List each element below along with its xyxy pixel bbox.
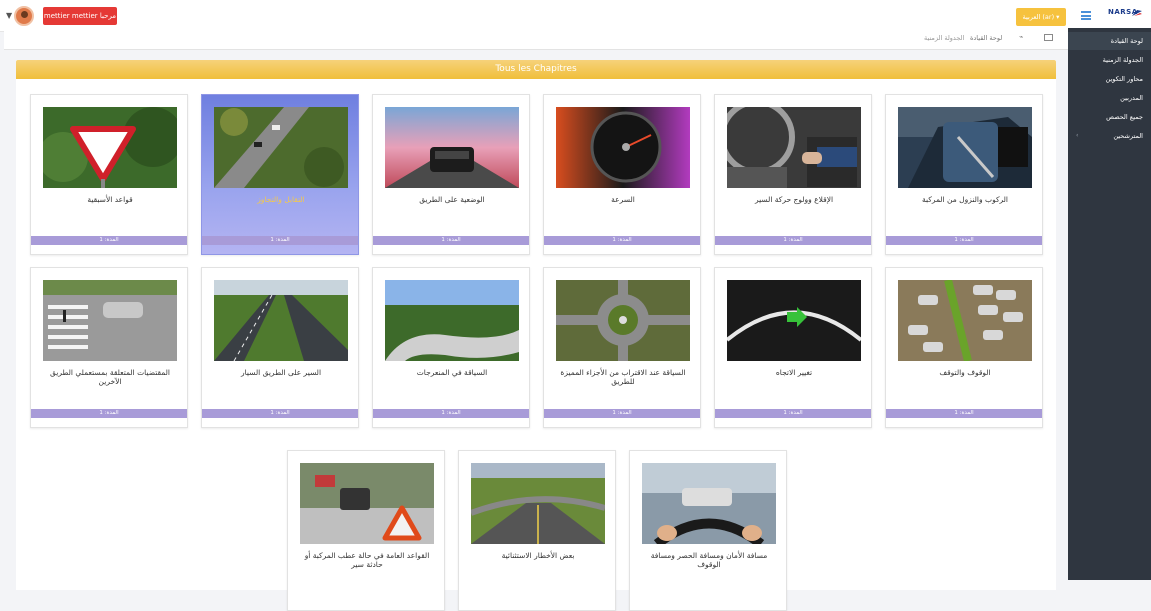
- chapter-duration: المدة: 1: [202, 236, 358, 245]
- chapter-image: [214, 107, 348, 188]
- chapter-image: [43, 280, 177, 361]
- chapter-image: [43, 107, 177, 188]
- caret-down-icon[interactable]: ▼: [6, 11, 12, 20]
- chapter-image: [214, 280, 348, 361]
- breadcrumb-current: الجدولة الزمنية: [924, 34, 965, 42]
- table-icon: [1044, 34, 1053, 41]
- chapter-title: السير على الطريق السيار: [240, 368, 322, 377]
- sidebar-item-label: المدربين: [1120, 94, 1143, 102]
- hamburger-menu-icon[interactable]: [1081, 11, 1091, 20]
- language-select-button[interactable]: العربية (ar) ▾: [1016, 8, 1066, 26]
- breadcrumb: ⌁ لوحة القيادة الجدولة الزمنية: [4, 28, 1068, 50]
- chapter-image: [898, 280, 1032, 361]
- chapter-duration: المدة: 1: [544, 409, 700, 418]
- sidebar-item-label: المترشحين: [1113, 132, 1143, 140]
- chapter-card[interactable]: الوقوف والتوقف المدة: 1: [885, 267, 1043, 428]
- chapter-image: [898, 107, 1032, 188]
- chapter-card[interactable]: السرعة المدة: 1: [543, 94, 701, 255]
- sidebar: لوحة القيادة الجدولة الزمنية محاور التكو…: [1068, 28, 1151, 580]
- chapter-duration: المدة: 1: [202, 409, 358, 418]
- chapter-image: [385, 107, 519, 188]
- chapter-title: التقابل والتجاوز: [257, 195, 305, 204]
- sidebar-item-label: لوحة القيادة: [1110, 37, 1143, 45]
- chapter-title: السياقة عند الاقتراب من الأجزاء المميزة …: [560, 368, 686, 386]
- chapter-title: الإقلاع وولوج حركة السير: [754, 195, 834, 204]
- chapter-card[interactable]: الإقلاع وولوج حركة السير المدة: 1: [714, 94, 872, 255]
- sidebar-item-training-axes[interactable]: محاور التكوين: [1068, 70, 1151, 88]
- breadcrumb-home-link[interactable]: لوحة القيادة: [970, 34, 1002, 42]
- chapter-title: تغيير الاتجاه: [775, 368, 813, 377]
- chapter-image: [556, 280, 690, 361]
- sidebar-item-dashboard[interactable]: لوحة القيادة: [1068, 32, 1151, 50]
- chapter-card[interactable]: بعض الأخطار الاستثنائية: [458, 450, 616, 611]
- chapter-duration: المدة: 1: [373, 409, 529, 418]
- chapter-title: القواعد العامة في حالة عطب المركبة أو حا…: [304, 551, 430, 569]
- chapter-title: الوضعية على الطريق: [419, 195, 485, 204]
- chapter-duration: المدة: 1: [544, 236, 700, 245]
- chapter-card[interactable]: التقابل والتجاوز المدة: 1: [201, 94, 359, 255]
- chapter-duration: المدة: 1: [886, 236, 1042, 245]
- chapter-card[interactable]: الركوب والنزول من المركبة المدة: 1: [885, 94, 1043, 255]
- chapter-title: السياقة في المنعرجات: [416, 368, 488, 377]
- sidebar-item-schedule[interactable]: الجدولة الزمنية: [1068, 51, 1151, 69]
- chapter-card[interactable]: المقتضيات المتعلقة بمستعملي الطريق الآخر…: [30, 267, 188, 428]
- chapter-image: [385, 280, 519, 361]
- chapter-card[interactable]: مسافة الأمان ومسافة الحصر ومسافة الوقوف: [629, 450, 787, 611]
- sidebar-item-sessions[interactable]: جميع الحصص: [1068, 108, 1151, 126]
- chapter-image: [642, 463, 776, 544]
- user-greeting-button[interactable]: mettier mettier مرحبا: [43, 7, 117, 25]
- chapter-title: مسافة الأمان ومسافة الحصر ومسافة الوقوف: [650, 551, 768, 569]
- sidebar-item-label: محاور التكوين: [1105, 75, 1143, 83]
- avatar[interactable]: [14, 6, 34, 26]
- chapter-duration: المدة: 1: [715, 236, 871, 245]
- chapter-image: [471, 463, 605, 544]
- chapter-title: قواعد الأسبقية: [87, 195, 133, 204]
- chapter-image: [727, 280, 861, 361]
- logo-icon: [1132, 10, 1142, 16]
- chapter-title: السرعة: [611, 195, 635, 204]
- chapter-image: [556, 107, 690, 188]
- sidebar-item-trainers[interactable]: المدربين: [1068, 89, 1151, 107]
- sidebar-item-candidates[interactable]: ‹ المترشحين: [1068, 127, 1151, 145]
- chapter-title: الركوب والنزول من المركبة: [921, 195, 1009, 204]
- chapter-card[interactable]: السير على الطريق السيار المدة: 1: [201, 267, 359, 428]
- chapter-title: بعض الأخطار الاستثنائية: [501, 551, 575, 560]
- chapter-card[interactable]: السياقة في المنعرجات المدة: 1: [372, 267, 530, 428]
- chapter-duration: المدة: 1: [715, 409, 871, 418]
- chapter-duration: المدة: 1: [31, 409, 187, 418]
- sidebar-item-label: جميع الحصص: [1106, 113, 1143, 121]
- sidebar-item-label: الجدولة الزمنية: [1102, 56, 1143, 64]
- chapter-title: المقتضيات المتعلقة بمستعملي الطريق الآخر…: [50, 368, 170, 386]
- chapter-image: [727, 107, 861, 188]
- chapter-card[interactable]: السياقة عند الاقتراب من الأجزاء المميزة …: [543, 267, 701, 428]
- panel-title: Tous les Chapitres: [16, 60, 1056, 79]
- chapter-card[interactable]: القواعد العامة في حالة عطب المركبة أو حا…: [287, 450, 445, 611]
- chapter-title: الوقوف والتوقف: [939, 368, 991, 377]
- chapter-duration: المدة: 1: [373, 236, 529, 245]
- chapter-image: [300, 463, 434, 544]
- chapter-duration: المدة: 1: [886, 409, 1042, 418]
- chapter-card[interactable]: قواعد الأسبقية المدة: 1: [30, 94, 188, 255]
- chapters-panel: Tous les Chapitres الركوب والنزول من الم…: [16, 60, 1056, 611]
- chapter-duration: المدة: 1: [31, 236, 187, 245]
- chapter-card[interactable]: الوضعية على الطريق المدة: 1: [372, 94, 530, 255]
- chart-line-icon: ⌁: [1019, 33, 1024, 41]
- chevron-left-icon: ‹: [1076, 132, 1079, 139]
- chapter-card[interactable]: تغيير الاتجاه المدة: 1: [714, 267, 872, 428]
